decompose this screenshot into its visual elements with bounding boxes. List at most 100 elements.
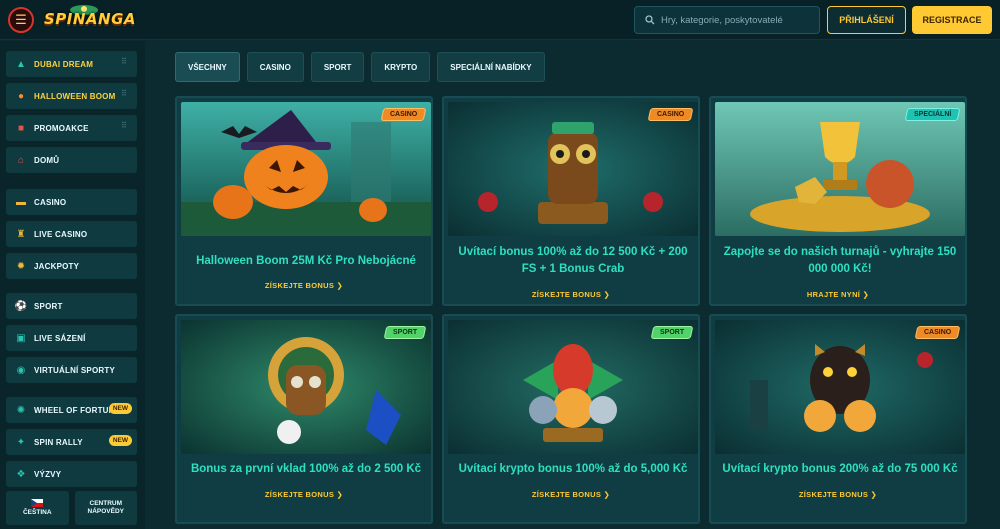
register-button[interactable]: REGISTRACE <box>912 6 992 34</box>
home-icon: ⌂ <box>17 154 25 166</box>
promo-card-first-deposit[interactable]: SPORT Bonus za první vklad 100% až do 2 … <box>175 314 433 524</box>
top-header: ☰ SPINANGA PŘIHLÁŠENÍ REGISTRACE <box>0 0 1000 40</box>
live-dealer-icon: ♜ <box>16 228 26 240</box>
tab-casino[interactable]: CASINO <box>246 52 304 82</box>
sidebar-item-halloween-boom[interactable]: ● HALLOWEEN BOOM ⠿ <box>6 83 137 109</box>
category-tag: SPECIÁLNÍ <box>904 108 961 121</box>
logo-text: SPINANGA <box>44 10 137 28</box>
gift-icon: ■ <box>17 122 25 134</box>
sidebar-item-label: SPORT <box>34 301 63 311</box>
promo-cta-link[interactable]: ZÍSKEJTE BONUS ❯ <box>444 490 698 499</box>
tab-crypto[interactable]: KRYPTO <box>371 52 431 82</box>
promo-card-halloween[interactable]: CASINO Halloween Boom 25M Kč Pro Nebojác… <box>175 96 433 306</box>
search-box[interactable] <box>634 6 820 34</box>
promo-image: SPECIÁLNÍ <box>715 102 965 236</box>
logo[interactable]: SPINANGA <box>44 4 137 36</box>
sidebar-item-label: DUBAI DREAM <box>34 59 94 69</box>
sidebar-item-label: VIRTUÁLNÍ SPORTY <box>34 365 115 375</box>
sidebar-item-dubai-dream[interactable]: ▲ DUBAI DREAM ⠿ <box>6 51 137 77</box>
drag-handle-icon[interactable]: ⠿ <box>121 90 127 101</box>
promo-card-welcome-bonus[interactable]: CASINO Uvítací bonus 100% až do 12 500 K… <box>442 96 700 306</box>
challenge-icon: ❖ <box>16 468 26 480</box>
czech-flag-icon <box>31 499 44 507</box>
sidebar-group-extras: ✺ WHEEL OF FORTUNE NEW ✦ SPIN RALLY NEW … <box>6 397 137 493</box>
promo-image: CASINO <box>715 320 965 454</box>
football-icon: ⚽ <box>14 300 28 312</box>
menu-icon: ☰ <box>15 12 27 27</box>
promo-cta-link[interactable]: ZÍSKEJTE BONUS ❯ <box>444 290 698 299</box>
crypto-parrot-illustration <box>448 320 698 454</box>
new-badge: NEW <box>108 435 132 446</box>
live-betting-icon: ▣ <box>16 332 26 344</box>
crypto-jaguar-illustration <box>715 320 965 454</box>
sidebar-item-virtual-sports[interactable]: ◉ VIRTUÁLNÍ SPORTY <box>6 357 137 383</box>
language-button[interactable]: ČEŠTINA <box>6 491 69 525</box>
sidebar-item-label: CASINO <box>34 197 67 207</box>
treasure-chest-icon: ▬ <box>16 196 26 208</box>
sidebar-item-label: JACKPOTY <box>34 261 80 271</box>
promo-title: Uvítací bonus 100% až do 12 500 Kč + 200… <box>458 246 688 275</box>
virtual-sports-icon: ◉ <box>16 364 26 376</box>
tab-special-offers[interactable]: SPECIÁLNÍ NABÍDKY <box>437 52 545 82</box>
sidebar-item-label: LIVE CASINO <box>34 229 88 239</box>
promo-title: Bonus za první vklad 100% až do 2 500 Kč <box>190 463 422 475</box>
sidebar: ▲ DUBAI DREAM ⠿ ● HALLOWEEN BOOM ⠿ ■ PRO… <box>0 41 145 529</box>
sidebar-item-jackpots[interactable]: ✹ JACKPOTY <box>6 253 137 279</box>
sidebar-item-wheel-of-fortune[interactable]: ✺ WHEEL OF FORTUNE NEW <box>6 397 137 423</box>
category-tabs: VŠECHNY CASINO SPORT KRYPTO SPECIÁLNÍ NA… <box>175 52 545 82</box>
promo-cta-link[interactable]: ZÍSKEJTE BONUS ❯ <box>711 490 965 499</box>
sidebar-item-live-casino[interactable]: ♜ LIVE CASINO <box>6 221 137 247</box>
tab-all[interactable]: VŠECHNY <box>175 52 240 82</box>
sidebar-item-live-betting[interactable]: ▣ LIVE SÁZENÍ <box>6 325 137 351</box>
sidebar-item-label: DOMŮ <box>34 155 60 165</box>
jackpot-icon: ✹ <box>16 260 26 272</box>
promo-card-crypto-200[interactable]: CASINO Uvítací krypto bonus 200% až do 7… <box>709 314 967 524</box>
promo-card-tournaments[interactable]: SPECIÁLNÍ Zapojte se do našich turnajů -… <box>709 96 967 306</box>
sidebar-item-casino[interactable]: ▬ CASINO <box>6 189 137 215</box>
promo-title: Uvítací krypto bonus 100% až do 5,000 Kč <box>458 463 688 475</box>
promo-image: CASINO <box>181 102 431 236</box>
help-center-button[interactable]: CENTRUM NÁPOVĚDY <box>74 491 137 525</box>
menu-toggle-button[interactable]: ☰ <box>8 7 34 33</box>
promo-cta-link[interactable]: HRAJTE NYNÍ ❯ <box>711 290 965 299</box>
trophy-illustration <box>715 102 965 236</box>
help-label-line-2: NÁPOVĚDY <box>87 508 124 515</box>
promo-image: SPORT <box>181 320 431 454</box>
wheel-icon: ✺ <box>16 404 26 416</box>
category-tag: SPORT <box>650 326 694 339</box>
login-button[interactable]: PŘIHLÁŠENÍ <box>827 6 906 34</box>
search-input[interactable] <box>661 14 811 26</box>
search-icon <box>645 15 655 25</box>
promo-image: CASINO <box>448 102 698 236</box>
sidebar-item-sport[interactable]: ⚽ SPORT <box>6 293 137 319</box>
drag-handle-icon[interactable]: ⠿ <box>121 58 127 69</box>
category-tag: SPORT <box>383 326 427 339</box>
sidebar-item-label: VÝZVY <box>34 469 62 479</box>
promo-cta-link[interactable]: ZÍSKEJTE BONUS ❯ <box>177 281 431 290</box>
sidebar-item-label: WHEEL OF FORTUNE <box>34 405 121 415</box>
promo-card-crypto-100[interactable]: SPORT Uvítací krypto bonus 100% až do 5,… <box>442 314 700 524</box>
sidebar-item-promoakce[interactable]: ■ PROMOAKCE ⠿ <box>6 115 137 141</box>
sidebar-item-spin-rally[interactable]: ✦ SPIN RALLY NEW <box>6 429 137 455</box>
main-content: VŠECHNY CASINO SPORT KRYPTO SPECIÁLNÍ NA… <box>145 41 1000 529</box>
tab-sport[interactable]: SPORT <box>310 52 365 82</box>
tower-icon: ▲ <box>16 58 26 70</box>
sport-mascot-illustration <box>181 320 431 454</box>
sidebar-item-challenges[interactable]: ❖ VÝZVY <box>6 461 137 487</box>
language-label: ČEŠTINA <box>22 509 52 516</box>
help-label-line-1: CENTRUM <box>89 500 123 507</box>
rally-icon: ✦ <box>16 436 26 448</box>
promo-cta-link[interactable]: ZÍSKEJTE BONUS ❯ <box>177 490 431 499</box>
promo-title: Halloween Boom 25M Kč Pro Nebojácné <box>196 255 416 267</box>
category-tag: CASINO <box>647 108 694 121</box>
sidebar-group-promo: ▲ DUBAI DREAM ⠿ ● HALLOWEEN BOOM ⠿ ■ PRO… <box>6 51 137 179</box>
monkey-statue-illustration <box>448 102 698 236</box>
sidebar-item-label: PROMOAKCE <box>34 123 89 133</box>
new-badge: NEW <box>108 403 132 414</box>
sidebar-item-label: LIVE SÁZENÍ <box>34 333 86 343</box>
pumpkin-icon: ● <box>17 90 25 102</box>
sidebar-group-casino: ▬ CASINO ♜ LIVE CASINO ✹ JACKPOTY <box>6 189 137 285</box>
sidebar-item-home[interactable]: ⌂ DOMŮ <box>6 147 137 173</box>
promo-image: SPORT <box>448 320 698 454</box>
drag-handle-icon[interactable]: ⠿ <box>121 122 127 133</box>
